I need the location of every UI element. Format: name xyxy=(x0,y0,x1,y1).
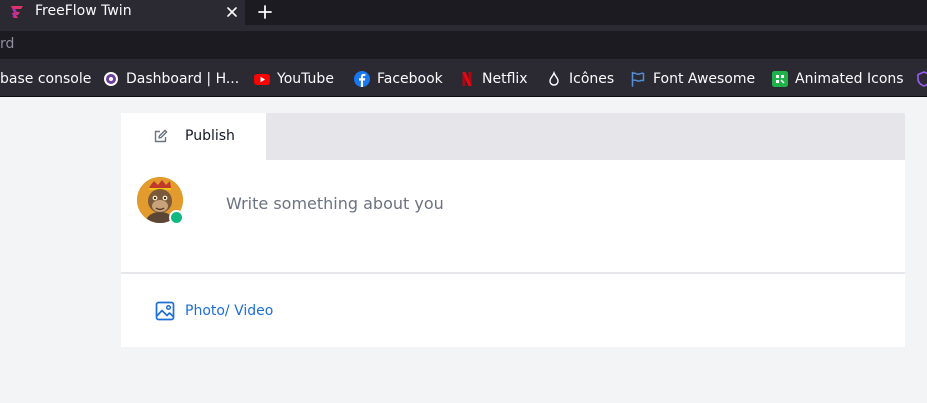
online-status-indicator xyxy=(169,210,184,225)
address-text[interactable]: rd xyxy=(0,36,14,52)
bookmark-dashboard[interactable]: Dashboard | H... xyxy=(103,62,239,96)
bookmark-label: base console xyxy=(0,71,92,87)
iconify-icon xyxy=(549,71,559,86)
bookmarks-toolbar: base console Dashboard | H... YouTube Fa… xyxy=(0,62,927,97)
flag-icon xyxy=(631,71,645,87)
post-composer-card: Publish Write something about you Photo/… xyxy=(121,113,905,347)
tab-publish[interactable]: Publish xyxy=(121,113,266,160)
freeflow-logo-icon xyxy=(11,6,23,18)
bookmark-label: Dashboard | H... xyxy=(126,71,240,87)
bookmark-label: Facebook xyxy=(377,71,443,87)
animated-icons-icon xyxy=(772,71,788,87)
bookmark-label: Font Awesome xyxy=(653,71,756,87)
bookmark-label: Animated Icons xyxy=(795,71,904,87)
navigation-toolbar: rd xyxy=(0,25,927,62)
composer-divider xyxy=(121,272,905,274)
bookmark-facebook[interactable]: Facebook xyxy=(354,62,443,96)
composer-tab-strip: Publish xyxy=(121,113,905,160)
netflix-icon xyxy=(462,72,472,86)
bookmark-label: Netflix xyxy=(482,71,528,87)
bookmark-animated-icons[interactable]: Animated Icons xyxy=(772,62,904,96)
shield-icon[interactable] xyxy=(916,71,927,87)
bookmark-firebase-console[interactable]: base console xyxy=(0,62,91,96)
dashboard-icon xyxy=(104,72,118,86)
photo-video-button[interactable]: Photo/ Video xyxy=(155,300,273,322)
browser-tab[interactable]: FreeFlow Twin xyxy=(0,0,245,25)
plus-icon[interactable] xyxy=(256,3,274,21)
post-input[interactable]: Write something about you xyxy=(226,194,444,213)
image-icon xyxy=(155,301,175,321)
bookmark-netflix[interactable]: Netflix xyxy=(459,62,528,96)
tab-title: FreeFlow Twin xyxy=(35,3,132,19)
youtube-icon xyxy=(254,74,270,85)
tab-publish-label: Publish xyxy=(185,128,235,144)
bookmark-label: Icônes xyxy=(569,71,615,87)
bookmark-font-awesome[interactable]: Font Awesome xyxy=(630,62,755,96)
close-icon[interactable] xyxy=(224,4,240,20)
edit-icon xyxy=(154,129,168,143)
bookmark-youtube[interactable]: YouTube xyxy=(254,62,334,96)
browser-tab-strip: FreeFlow Twin xyxy=(0,0,927,25)
bookmark-label: YouTube xyxy=(277,71,334,87)
bookmark-icones[interactable]: Icônes xyxy=(546,62,614,96)
address-bar[interactable]: rd xyxy=(0,31,927,59)
photo-video-label: Photo/ Video xyxy=(185,303,274,319)
facebook-icon xyxy=(354,71,370,87)
